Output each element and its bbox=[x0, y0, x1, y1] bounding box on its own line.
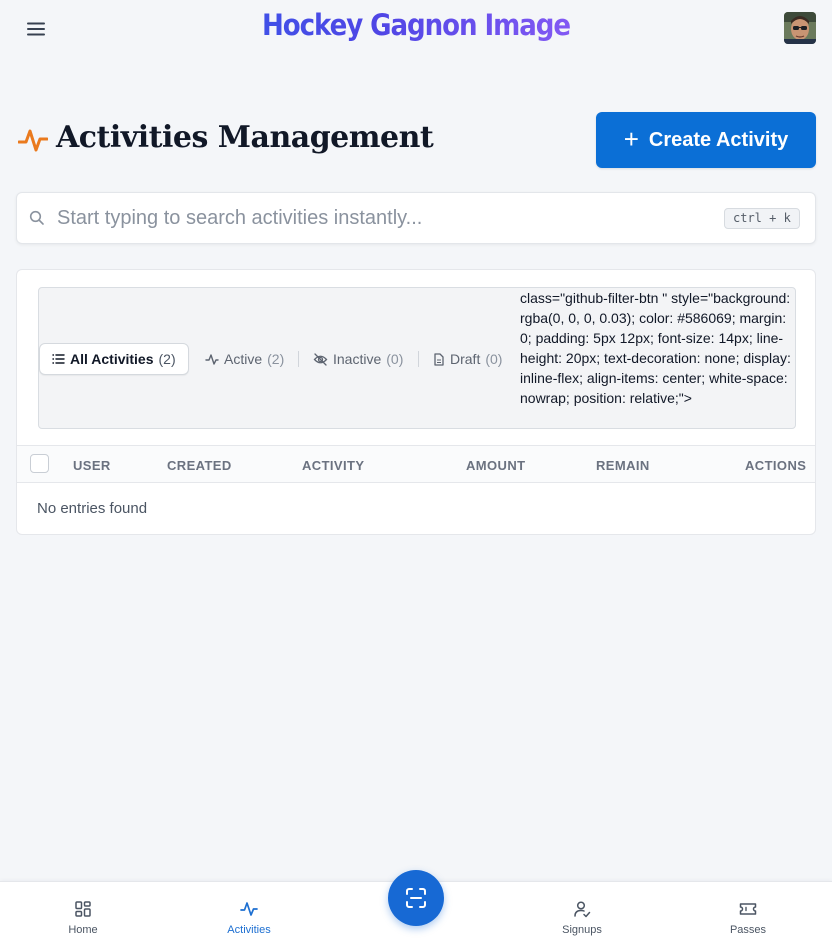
pulse-icon bbox=[240, 902, 258, 916]
scan-button[interactable] bbox=[388, 870, 444, 926]
filter-count: (0) bbox=[485, 351, 503, 367]
column-header-actions: ACTIONS bbox=[745, 458, 807, 473]
nav-activities[interactable]: Activities bbox=[199, 882, 299, 952]
keyboard-shortcut-badge: ctrl + k bbox=[724, 208, 800, 229]
column-header-activity[interactable]: ACTIVITY bbox=[302, 458, 364, 473]
filter-label: Draft bbox=[450, 351, 481, 367]
filter-bar: All Activities (2) Active (2) Inactive (… bbox=[38, 287, 796, 429]
scan-icon bbox=[406, 888, 426, 908]
nav-label: Activities bbox=[227, 924, 271, 936]
search-icon bbox=[29, 210, 44, 225]
filter-count: (2) bbox=[158, 351, 176, 367]
filter-draft[interactable]: Draft (0) bbox=[433, 343, 502, 375]
filter-inactive[interactable]: Inactive (0) bbox=[313, 343, 403, 375]
ticket-icon bbox=[739, 903, 757, 915]
plus-icon: + bbox=[623, 124, 639, 154]
filter-divider bbox=[418, 351, 419, 367]
filter-count: (2) bbox=[267, 351, 285, 367]
list-icon bbox=[52, 354, 65, 364]
filter-label: Active bbox=[224, 351, 263, 367]
filter-label: Inactive bbox=[333, 351, 382, 367]
page-title: Activities Management bbox=[56, 120, 434, 155]
filter-count: (0) bbox=[386, 351, 404, 367]
empty-state-text: No entries found bbox=[37, 500, 148, 517]
document-icon bbox=[434, 352, 444, 366]
create-activity-label: Create Activity bbox=[648, 128, 789, 151]
user-check-icon bbox=[574, 901, 591, 918]
nav-signups[interactable]: Signups bbox=[532, 882, 632, 952]
nav-label: Passes bbox=[729, 924, 767, 936]
nav-passes[interactable]: Passes bbox=[698, 882, 798, 952]
user-avatar[interactable] bbox=[784, 12, 816, 44]
nav-label: Signups bbox=[562, 924, 602, 936]
pulse-icon bbox=[205, 354, 219, 365]
search-bar: ctrl + k bbox=[16, 192, 816, 244]
filter-divider bbox=[298, 351, 299, 367]
filter-all-activities[interactable]: All Activities (2) bbox=[39, 343, 189, 375]
raw-markup-text: class="github-filter-btn " style="backgr… bbox=[520, 290, 791, 406]
grid-icon bbox=[75, 901, 91, 917]
search-input[interactable] bbox=[57, 203, 717, 233]
create-activity-button[interactable]: + Create Activity bbox=[596, 112, 816, 168]
page-header: Activities Management + Create Activity bbox=[16, 112, 816, 168]
column-header-created[interactable]: CREATED bbox=[167, 458, 232, 473]
filter-active[interactable]: Active (2) bbox=[205, 343, 284, 375]
eye-off-icon bbox=[313, 352, 328, 366]
activity-pulse-icon bbox=[18, 129, 48, 152]
filter-label: All Activities bbox=[70, 351, 154, 367]
brand-title[interactable]: Hockey Gagnon Image bbox=[42, 8, 791, 42]
column-header-amount[interactable]: AMOUNT bbox=[466, 458, 525, 473]
nav-label: Home bbox=[68, 924, 98, 936]
column-header-user[interactable]: USER bbox=[73, 458, 111, 473]
select-all-checkbox[interactable] bbox=[30, 454, 49, 473]
column-header-remain[interactable]: REMAIN bbox=[596, 458, 650, 473]
top-bar: Hockey Gagnon Image bbox=[0, 0, 832, 58]
nav-home[interactable]: Home bbox=[33, 882, 133, 952]
activities-card: All Activities (2) Active (2) Inactive (… bbox=[16, 269, 816, 535]
table-header: USER CREATED ACTIVITY AMOUNT REMAIN ACTI… bbox=[17, 445, 815, 483]
